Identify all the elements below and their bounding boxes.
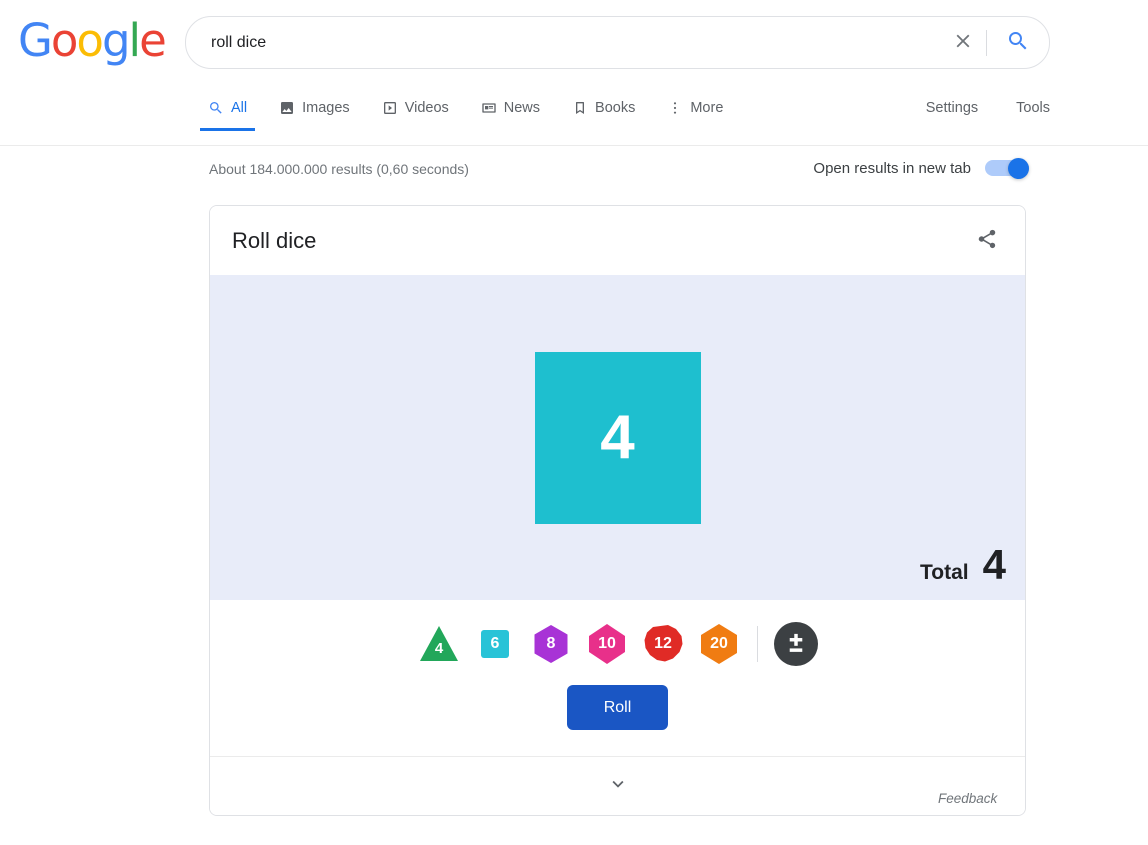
total-value: 4 [983, 544, 1006, 586]
total-label: Total [920, 561, 969, 585]
die-type-picker: 4 6 8 10 [210, 619, 1025, 669]
open-results-new-tab-toggle[interactable] [985, 158, 1029, 178]
results-stats-row: About 184.000.000 results (0,60 seconds)… [0, 146, 1148, 194]
die-option-d20[interactable]: 20 [697, 622, 741, 666]
tab-videos[interactable]: Videos [366, 85, 465, 131]
dice-controls: 4 6 8 10 [210, 600, 1025, 757]
die-option-d8[interactable]: 8 [529, 622, 573, 666]
search-input[interactable] [186, 34, 940, 52]
tab-images[interactable]: Images [263, 85, 366, 131]
logo-letter-e: e [139, 14, 165, 67]
die-option-d4[interactable]: 4 [417, 622, 461, 666]
die-option-d20-label: 20 [710, 635, 728, 653]
search-bar [185, 16, 1050, 69]
result-stats: About 184.000.000 results (0,60 seconds) [209, 161, 469, 177]
die-option-d6-label: 6 [491, 635, 500, 653]
rolled-die[interactable]: 4 [535, 352, 701, 524]
die-option-d12-label: 12 [654, 635, 672, 653]
tab-more-label: More [690, 100, 723, 116]
google-logo[interactable]: Google [18, 18, 165, 63]
die-option-d12[interactable]: 12 [641, 622, 685, 666]
logo-letter-g2: g [102, 14, 129, 67]
tab-books-label: Books [595, 100, 635, 116]
expand-widget-button[interactable] [210, 757, 1025, 815]
image-icon [279, 100, 295, 116]
search-icon [1006, 29, 1030, 56]
picker-divider [757, 626, 758, 662]
book-icon [572, 100, 588, 116]
tab-all[interactable]: All [200, 85, 263, 131]
tab-books[interactable]: Books [556, 85, 651, 131]
share-button[interactable] [973, 227, 1001, 255]
total-display: Total 4 [920, 544, 1006, 586]
search-nav-bar: All Images Videos News [0, 85, 1148, 146]
die-option-d10-label: 10 [598, 635, 616, 653]
logo-letter-l: l [129, 14, 140, 67]
toggle-thumb [1008, 158, 1029, 179]
search-results-page: Google All [0, 0, 1148, 845]
nav-right-links: Settings Tools [926, 85, 1050, 131]
rolled-die-value: 4 [600, 402, 634, 473]
die-option-d8-label: 8 [547, 635, 556, 653]
logo-letter-g1: G [18, 14, 51, 67]
feedback-link[interactable]: Feedback [938, 791, 997, 806]
die-option-d4-label: 4 [435, 640, 443, 657]
search-tabs: All Images Videos News [200, 85, 739, 145]
share-icon [976, 228, 998, 253]
die-option-d10[interactable]: 10 [585, 622, 629, 666]
tab-all-label: All [231, 100, 247, 116]
die-option-d6[interactable]: 6 [473, 622, 517, 666]
dice-stage: 4 Total 4 [210, 275, 1025, 600]
tab-news[interactable]: News [465, 85, 556, 131]
new-tab-toggle-group: Open results in new tab [813, 158, 1029, 178]
page-header: Google [0, 0, 1148, 85]
news-icon [481, 100, 497, 116]
close-icon [952, 30, 974, 55]
clear-search-button[interactable] [940, 17, 986, 68]
dice-card-title: Roll dice [232, 228, 316, 254]
new-tab-toggle-label: Open results in new tab [813, 160, 971, 177]
chevron-down-icon [607, 773, 629, 800]
dice-roller-card: Roll dice 4 Total 4 4 [209, 205, 1026, 816]
logo-letter-o2: o [76, 14, 102, 67]
tab-more[interactable]: More [651, 85, 739, 131]
tab-images-label: Images [302, 100, 350, 116]
search-submit-button[interactable] [987, 17, 1049, 68]
dice-card-header: Roll dice [210, 206, 1025, 275]
plus-minus-icon [783, 630, 809, 659]
modifier-button[interactable] [774, 622, 818, 666]
tab-news-label: News [504, 100, 540, 116]
roll-button[interactable]: Roll [567, 685, 668, 730]
more-vertical-icon [667, 100, 683, 116]
settings-link[interactable]: Settings [926, 100, 978, 116]
tab-videos-label: Videos [405, 100, 449, 116]
logo-letter-o1: o [51, 14, 77, 67]
search-icon [208, 100, 224, 116]
video-icon [382, 100, 398, 116]
tools-link[interactable]: Tools [1016, 100, 1050, 116]
